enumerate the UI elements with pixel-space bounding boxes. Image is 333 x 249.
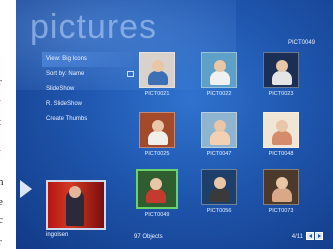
page-margin-text: r i t i n e c r (0, 0, 16, 249)
thumbnail-label: PICT0021 (144, 91, 170, 97)
thumbnail-label: PICT0025 (144, 151, 170, 157)
thumbnail-image (136, 169, 178, 209)
margin-letter: r (0, 236, 2, 248)
thumbnail-label: PICT0048 (268, 151, 294, 157)
thumbnail-label: PICT0022 (206, 91, 232, 97)
previous-page-button[interactable] (306, 232, 314, 240)
thumbnail-image (201, 169, 237, 205)
thumbnail-label: PICT0073 (268, 208, 294, 214)
margin-letter: c (0, 214, 3, 226)
menu-item-sort[interactable]: Sort by: Name (42, 67, 134, 82)
thumbnail-image (263, 112, 299, 148)
thumbnail-image (263, 52, 299, 88)
menu-item-create-thumbs[interactable]: Create Thumbs (42, 112, 134, 127)
checkbox-icon (127, 71, 134, 77)
margin-letter: r (0, 76, 2, 88)
menu-item-label: SlideShow (46, 86, 75, 92)
preview-image (46, 180, 106, 230)
side-menu: View: Big Icons Sort by: Name SlideShow … (42, 52, 134, 127)
page-title: pictures (30, 8, 158, 46)
thumbnail[interactable]: PICT0023 (258, 52, 304, 97)
margin-letter: i (0, 92, 1, 104)
thumbnail-label: PICT0023 (268, 91, 294, 97)
thumbnail[interactable]: PICT0056 (196, 169, 242, 214)
thumbnail-image (201, 52, 237, 88)
thumbnail[interactable]: PICT0025 (134, 112, 180, 157)
menu-item-view[interactable]: View: Big Icons (42, 52, 134, 67)
thumbnail[interactable]: PICT0048 (258, 112, 304, 157)
media-center-screen: pictures PICT0049 View: Big Icons Sort b… (16, 0, 333, 249)
menu-item-random-slideshow[interactable]: R. SlideShow (42, 97, 134, 112)
thumbnail[interactable]: PICT0047 (196, 112, 242, 157)
margin-letter: t (0, 116, 1, 128)
menu-item-slideshow[interactable]: SlideShow (42, 82, 134, 97)
thumbnail[interactable]: PICT0049 (134, 169, 180, 218)
margin-letter: n (0, 176, 4, 188)
thumbnail-label: PICT0047 (206, 151, 232, 157)
thumbnail-image (263, 169, 299, 205)
thumbnail-image (139, 112, 175, 148)
thumbnail-image (139, 52, 175, 88)
thumbnail[interactable]: PICT0073 (258, 169, 304, 214)
thumbnail[interactable]: PICT0022 (196, 52, 242, 97)
preview-label: ingolsen (46, 232, 69, 238)
page-indicator: 4/11 (291, 234, 303, 240)
menu-item-label: Create Thumbs (46, 116, 88, 122)
object-count: 97 Objects (134, 234, 163, 240)
margin-letter: e (0, 196, 3, 208)
margin-letter: i (0, 142, 1, 154)
menu-item-label: R. SlideShow (46, 101, 83, 107)
back-arrow-icon[interactable] (20, 180, 32, 198)
next-page-button[interactable] (315, 232, 323, 240)
thumbnail[interactable]: PICT0021 (134, 52, 180, 97)
menu-item-label: View: Big Icons (46, 56, 87, 62)
menu-item-label: Sort by: Name (46, 71, 85, 77)
selected-item-name: PICT0049 (287, 40, 315, 46)
thumbnail-label: PICT0049 (144, 212, 170, 218)
thumbnail-label: PICT0056 (206, 208, 232, 214)
thumbnail-image (201, 112, 237, 148)
